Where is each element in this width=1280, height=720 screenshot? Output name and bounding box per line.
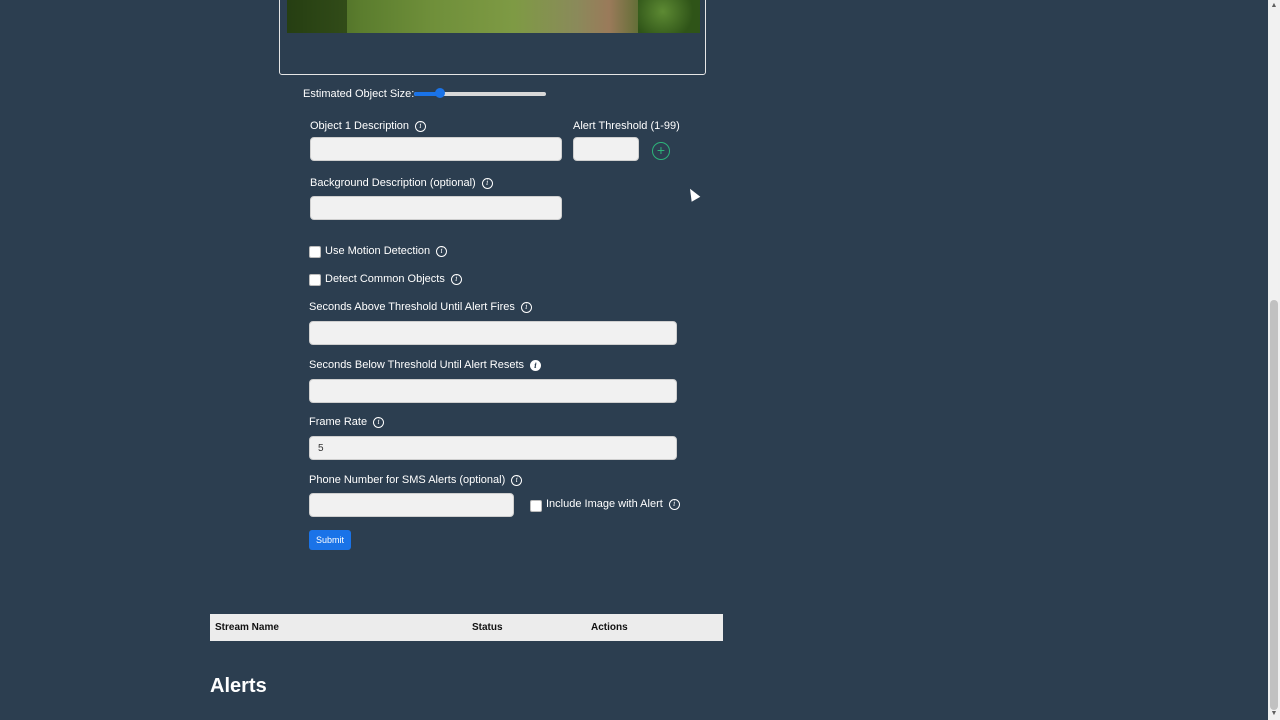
info-icon[interactable]: i [530, 359, 542, 371]
common-objects-checkbox[interactable] [309, 274, 321, 286]
mouse-cursor-icon [685, 186, 701, 202]
object-description-label: Object 1 Description i [310, 120, 427, 132]
include-image-checkbox[interactable] [530, 500, 542, 512]
frame-rate-label-text: Frame Rate [309, 416, 368, 428]
include-image-label: Include Image with Alert i [546, 498, 680, 510]
phone-label: Phone Number for SMS Alerts (optional) i [309, 474, 523, 486]
preview-shade [287, 0, 347, 33]
seconds-above-label: Seconds Above Threshold Until Alert Fire… [309, 301, 532, 313]
object-size-label-text: Estimated Object Size: [303, 88, 415, 100]
info-icon[interactable]: i [415, 120, 427, 132]
background-description-label: Background Description (optional) i [310, 177, 493, 189]
stream-preview-frame [279, 0, 706, 75]
phone-input[interactable] [309, 493, 514, 517]
alert-threshold-label-text: Alert Threshold (1-99) [573, 120, 680, 132]
seconds-below-label: Seconds Below Threshold Until Alert Rese… [309, 359, 542, 371]
scroll-thumb[interactable] [1270, 300, 1278, 710]
info-icon[interactable]: i [373, 416, 385, 428]
motion-detection-label-text: Use Motion Detection [325, 245, 431, 257]
background-description-input[interactable] [310, 196, 562, 220]
info-icon[interactable]: i [511, 474, 523, 486]
page: Estimated Object Size: Object 1 Descript… [0, 0, 1280, 720]
include-image-label-text: Include Image with Alert [546, 498, 663, 510]
page-scrollbar[interactable]: ▲ ▼ [1268, 0, 1280, 720]
scroll-up-arrow-icon[interactable]: ▲ [1268, 0, 1280, 12]
object-description-label-text: Object 1 Description [310, 120, 410, 132]
stream-preview-image [287, 0, 700, 33]
preview-bush [638, 0, 700, 33]
seconds-below-input[interactable] [309, 379, 677, 403]
alerts-heading: Alerts [210, 675, 267, 697]
seconds-below-label-text: Seconds Below Threshold Until Alert Rese… [309, 359, 525, 371]
alert-threshold-input[interactable] [573, 137, 639, 161]
info-icon[interactable]: i [668, 498, 680, 510]
seconds-above-label-text: Seconds Above Threshold Until Alert Fire… [309, 301, 515, 313]
submit-button[interactable]: Submit [309, 530, 351, 550]
frame-rate-label: Frame Rate i [309, 416, 385, 428]
motion-detection-checkbox[interactable] [309, 246, 321, 258]
column-actions[interactable]: Actions [591, 622, 628, 633]
object-size-label: Estimated Object Size: [303, 88, 414, 100]
phone-label-text: Phone Number for SMS Alerts (optional) [309, 474, 506, 486]
object-size-slider-thumb[interactable] [435, 88, 446, 98]
frame-rate-input[interactable] [309, 436, 677, 460]
add-object-icon[interactable]: + [652, 142, 670, 160]
info-icon[interactable]: i [450, 273, 462, 285]
object-size-slider[interactable] [414, 88, 546, 98]
scroll-down-arrow-icon[interactable]: ▼ [1268, 708, 1280, 720]
info-icon[interactable]: i [436, 245, 448, 257]
info-icon[interactable]: i [520, 301, 532, 313]
column-stream-name[interactable]: Stream Name [215, 622, 279, 633]
background-description-label-text: Background Description (optional) [310, 177, 476, 189]
column-status[interactable]: Status [472, 622, 503, 633]
common-objects-label-text: Detect Common Objects [325, 273, 445, 285]
common-objects-label: Detect Common Objects i [325, 273, 462, 285]
motion-detection-label: Use Motion Detection i [325, 245, 448, 257]
stream-table-header: Stream Name Status Actions [210, 614, 723, 641]
alert-threshold-label: Alert Threshold (1-99) [573, 120, 680, 132]
info-icon[interactable]: i [481, 177, 493, 189]
seconds-above-input[interactable] [309, 321, 677, 345]
object-description-input[interactable] [310, 137, 562, 161]
